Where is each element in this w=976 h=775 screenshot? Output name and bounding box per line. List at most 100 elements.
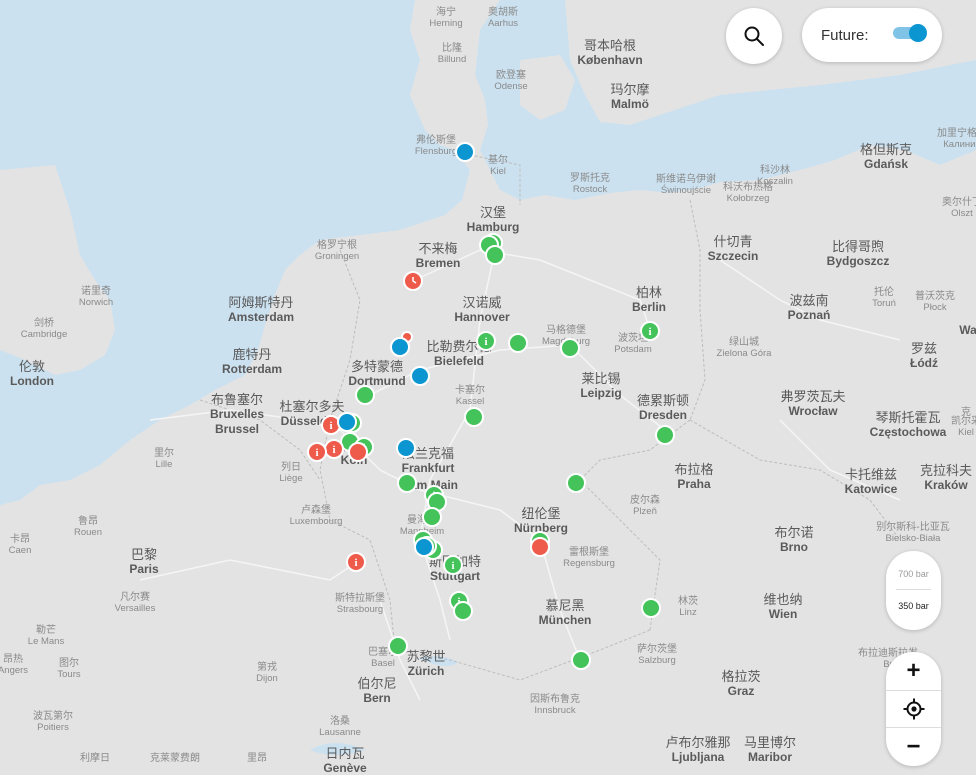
city-label: 哥本哈根København [577,39,642,67]
station-dot [388,636,408,656]
city-name: Poznań [788,308,831,322]
city-name: Kraków [924,478,968,492]
city-name: Dresden [639,408,687,422]
locate-button[interactable] [886,690,941,728]
station-available[interactable]: i [443,555,463,575]
station-available[interactable] [453,601,473,621]
city-name: Bruxelles [210,407,264,421]
city-label: 卡昂Caen [9,532,32,556]
city-name: Калинин [943,139,976,150]
city-name-cn: 布拉格 [674,462,713,478]
city-label: 布尔诺Brno [774,526,813,554]
station-unavailable[interactable] [530,537,550,557]
city-name: Odense [494,81,527,92]
city-name: Wien [769,607,798,621]
station-unavailable[interactable] [403,271,423,291]
station-available[interactable] [655,425,675,445]
station-unavailable[interactable]: i [321,415,341,435]
city-name-cn: 里尔 [154,446,174,459]
search-button[interactable] [726,8,782,64]
station-available[interactable] [508,333,528,353]
station-available[interactable] [464,407,484,427]
city-name: Linz [679,607,697,618]
station-available[interactable] [422,507,442,527]
city-name: Paris [129,562,159,576]
city-name-cn: 弗罗茨瓦夫 [780,390,845,405]
station-dot [422,507,442,527]
city-name-cn: 柏林 [636,286,662,301]
city-name-cn: 格罗宁根 [317,238,357,251]
city-name: Kiel [958,427,974,438]
city-label: 列日Liège [279,460,302,484]
station-planned[interactable] [455,142,475,162]
station-dot [508,333,528,353]
city-name: Luxembourg [290,516,343,527]
station-unavailable[interactable]: i [324,439,344,459]
city-name-cn: 巴黎 [131,548,157,563]
city-name: Amsterdam [228,310,294,324]
station-available[interactable]: i [476,331,496,351]
city-name-cn: 格但斯克 [860,142,912,158]
city-name-cn: 莱比锡 [581,372,620,387]
station-unavailable[interactable] [348,442,368,462]
city-label: 林茨Linz [678,594,698,618]
city-label: 比得哥煦Bydgoszcz [827,239,890,268]
station-available[interactable]: i [640,321,660,341]
station-available[interactable] [397,473,417,493]
station-available[interactable] [566,473,586,493]
city-name-cn: 列日 [281,460,301,473]
city-name: Ljubljana [672,750,725,764]
city-name-cn: 伦敦 [19,359,45,375]
city-name: Maribor [748,750,792,764]
city-name-cn: 鲁昂 [78,514,98,527]
city-label: 阿姆斯特丹Amsterdam [228,296,294,324]
station-planned[interactable] [410,366,430,386]
city-name-cn: 卡昂 [10,532,30,545]
city-name: Rostock [573,184,608,195]
city-name: Malmö [611,97,649,111]
station-dot [390,337,410,357]
city-label: 萨尔茨堡Salzburg [637,642,677,666]
city-name: Hamburg [467,220,520,234]
station-planned[interactable] [337,412,357,432]
station-unavailable[interactable]: i [346,552,366,572]
station-unavailable[interactable]: i [307,442,327,462]
station-planned[interactable] [414,537,434,557]
station-available[interactable] [485,245,505,265]
map[interactable]: 海宁Herning 奥胡斯Aarhus 比隆Billund 欧登塞Odense 哥本哈根… [0,0,976,775]
station-available[interactable] [560,338,580,358]
city-name: Toruń [872,298,896,309]
station-available[interactable] [571,650,591,670]
city-label: 格但斯克Gdańsk [860,142,912,171]
city-label: 多特蒙德Dortmund [348,359,405,388]
station-planned[interactable] [396,438,416,458]
station-planned[interactable] [390,337,410,357]
city-label: 什切青Szczecin [708,235,759,263]
pressure-350-option[interactable]: 350 bar [886,601,941,611]
city-name-cn: 奥尔什丁 [942,195,976,208]
zoom-out-button[interactable]: − [886,728,941,766]
city-name: Lille [156,459,173,470]
city-name: Brussel [215,422,259,436]
city-label: 斯维诺乌伊谢Świnoujście [656,172,716,196]
zoom-in-button[interactable]: + [886,652,941,690]
city-label: 利摩日 [80,751,110,764]
city-label: 诺里奇Norwich [79,284,113,308]
city-name: Rouen [74,527,102,538]
city-name: London [10,374,54,388]
city-label: 斯特拉斯堡Strasbourg [335,591,385,615]
pressure-700-option[interactable]: 700 bar [886,569,941,579]
info-icon: i [332,444,335,456]
info-icon: i [329,420,332,432]
city-name-cn: 鹿特丹 [232,347,271,363]
city-name-cn: 利摩日 [80,751,110,764]
city-name: Bielefeld [434,354,484,368]
station-dot [464,407,484,427]
station-available[interactable] [355,385,375,405]
station-available[interactable] [388,636,408,656]
city-name: Billund [438,54,467,65]
station-available[interactable] [641,598,661,618]
city-label: 琴斯托霍瓦Częstochowa [870,411,947,439]
city-name: Łódź [910,356,938,370]
future-toggle[interactable] [893,24,927,42]
